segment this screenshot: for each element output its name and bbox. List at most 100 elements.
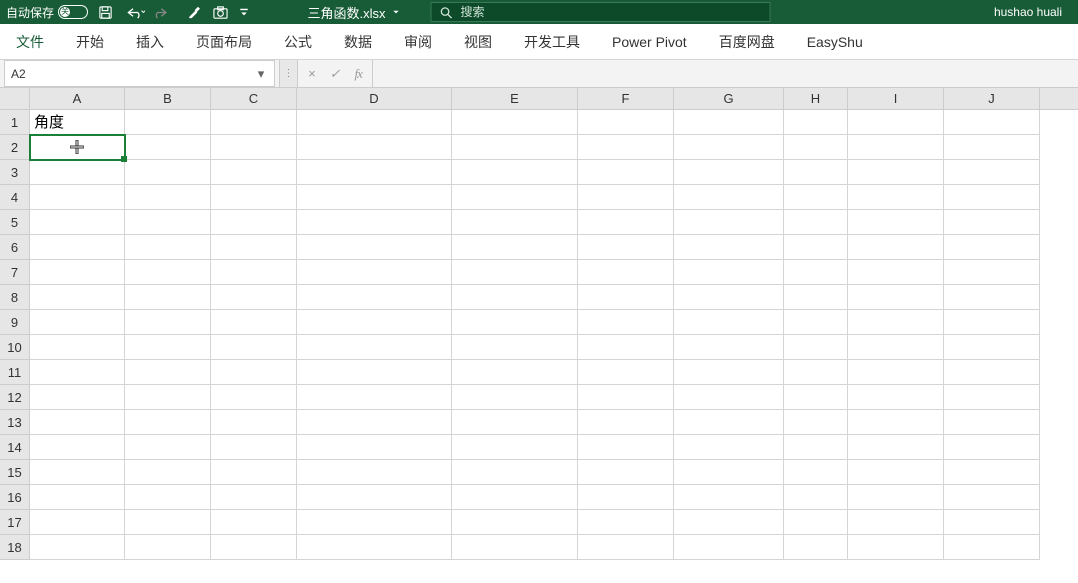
cell[interactable]	[784, 510, 848, 535]
qat-dropdown-icon[interactable]	[239, 5, 249, 20]
brush-icon[interactable]	[187, 5, 202, 20]
cell[interactable]	[784, 360, 848, 385]
camera-icon[interactable]	[212, 5, 229, 20]
cell[interactable]	[848, 185, 944, 210]
cell[interactable]	[578, 460, 674, 485]
cell[interactable]	[674, 285, 784, 310]
cell[interactable]	[211, 160, 297, 185]
cell[interactable]	[211, 460, 297, 485]
cell[interactable]	[125, 310, 211, 335]
column-header[interactable]: F	[578, 88, 674, 109]
cell[interactable]	[848, 335, 944, 360]
cell[interactable]	[944, 535, 1040, 560]
cell[interactable]	[452, 435, 578, 460]
cell[interactable]	[30, 285, 125, 310]
cell[interactable]	[125, 285, 211, 310]
cell[interactable]	[674, 460, 784, 485]
ribbon-tab[interactable]: 开发工具	[522, 28, 582, 56]
cell[interactable]	[125, 535, 211, 560]
cell[interactable]	[578, 160, 674, 185]
cell[interactable]	[125, 360, 211, 385]
cell[interactable]	[784, 185, 848, 210]
ribbon-tab[interactable]: 插入	[134, 28, 166, 56]
cell[interactable]	[848, 210, 944, 235]
row-header[interactable]: 16	[0, 485, 30, 510]
name-box-dropdown-icon[interactable]: ▾	[254, 66, 268, 82]
cell[interactable]	[30, 235, 125, 260]
cell[interactable]	[578, 385, 674, 410]
cell[interactable]	[848, 135, 944, 160]
search-input[interactable]	[461, 5, 762, 19]
cell[interactable]	[452, 285, 578, 310]
cell[interactable]	[211, 285, 297, 310]
cell[interactable]	[784, 435, 848, 460]
cell[interactable]	[452, 185, 578, 210]
cell[interactable]	[452, 410, 578, 435]
cell[interactable]	[848, 260, 944, 285]
column-header[interactable]: C	[211, 88, 297, 109]
cell[interactable]	[578, 210, 674, 235]
cell[interactable]	[944, 335, 1040, 360]
cell[interactable]	[452, 535, 578, 560]
cell[interactable]	[578, 435, 674, 460]
cell[interactable]	[944, 460, 1040, 485]
cell[interactable]	[674, 210, 784, 235]
cell[interactable]	[30, 410, 125, 435]
cell[interactable]	[125, 160, 211, 185]
cell[interactable]	[848, 285, 944, 310]
cell[interactable]	[944, 485, 1040, 510]
row-header[interactable]: 1	[0, 110, 30, 135]
cell[interactable]	[578, 485, 674, 510]
cell[interactable]	[452, 335, 578, 360]
cell[interactable]	[452, 485, 578, 510]
autosave-switch[interactable]: 关	[58, 5, 88, 19]
cell[interactable]	[30, 185, 125, 210]
cell[interactable]	[784, 310, 848, 335]
cell[interactable]	[674, 135, 784, 160]
cell[interactable]	[944, 260, 1040, 285]
cell[interactable]	[125, 410, 211, 435]
ribbon-tab[interactable]: 百度网盘	[717, 28, 777, 56]
column-header[interactable]: D	[297, 88, 452, 109]
cell[interactable]	[297, 235, 452, 260]
cell[interactable]	[674, 535, 784, 560]
cell[interactable]	[211, 435, 297, 460]
cell[interactable]	[784, 410, 848, 435]
cell[interactable]	[125, 185, 211, 210]
cell[interactable]	[674, 110, 784, 135]
cell[interactable]	[848, 160, 944, 185]
cell[interactable]	[125, 260, 211, 285]
cell[interactable]	[452, 310, 578, 335]
cell[interactable]	[211, 210, 297, 235]
cell[interactable]	[297, 410, 452, 435]
row-header[interactable]: 11	[0, 360, 30, 385]
column-header[interactable]: A	[30, 88, 125, 109]
ribbon-tab[interactable]: Power Pivot	[610, 30, 689, 54]
enter-button[interactable]: ✓	[330, 66, 341, 82]
cell[interactable]	[578, 135, 674, 160]
cell[interactable]	[452, 235, 578, 260]
row-header[interactable]: 18	[0, 535, 30, 560]
cell[interactable]	[578, 510, 674, 535]
cell[interactable]	[297, 460, 452, 485]
row-header[interactable]: 10	[0, 335, 30, 360]
cell[interactable]	[297, 210, 452, 235]
cell[interactable]	[452, 210, 578, 235]
cell[interactable]	[784, 235, 848, 260]
cell[interactable]	[125, 435, 211, 460]
cell[interactable]	[944, 235, 1040, 260]
ribbon-tab[interactable]: EasyShu	[805, 30, 865, 54]
row-header[interactable]: 6	[0, 235, 30, 260]
cell[interactable]	[297, 310, 452, 335]
cell[interactable]	[297, 135, 452, 160]
row-header[interactable]: 14	[0, 435, 30, 460]
cell[interactable]	[578, 185, 674, 210]
save-icon[interactable]	[98, 5, 113, 20]
column-header[interactable]: H	[784, 88, 848, 109]
ribbon-tab[interactable]: 公式	[282, 28, 314, 56]
cell[interactable]	[944, 110, 1040, 135]
cell[interactable]	[297, 535, 452, 560]
cell[interactable]	[297, 385, 452, 410]
cell[interactable]	[211, 360, 297, 385]
ribbon-tab[interactable]: 开始	[74, 28, 106, 56]
